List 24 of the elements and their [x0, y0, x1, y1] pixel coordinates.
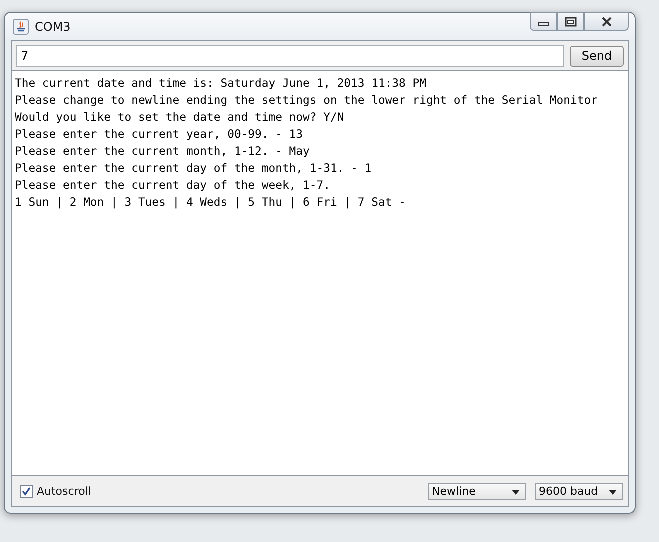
caret-icon	[609, 490, 617, 495]
output-line: The current date and time is: Saturday June 1, 2013 11:38 PM	[15, 75, 426, 92]
caret-icon	[512, 490, 520, 495]
line-ending-dropdown[interactable]: Newline	[428, 482, 526, 500]
minimize-button[interactable]	[530, 12, 557, 31]
autoscroll-checkbox[interactable]	[20, 484, 33, 498]
output-line: Please enter the current day of the month, 1-31. - 1	[15, 160, 372, 177]
output-line: Please enter the current month, 1-12. - May	[15, 143, 310, 160]
maximize-button[interactable]	[557, 12, 584, 31]
output-line: Please enter the current year, 00-99. - 13	[15, 126, 304, 143]
output-line: Please change to newline ending the settings on the lower right of the Serial Monitor	[15, 92, 598, 109]
close-button[interactable]	[584, 12, 629, 31]
window-title: COM3	[35, 20, 71, 34]
maximize-icon	[564, 16, 576, 26]
output-line: Please enter the current day of the week, 1-7.	[15, 177, 330, 194]
input-field[interactable]: 7	[16, 45, 564, 67]
java-cup-icon	[13, 18, 29, 34]
send-button[interactable]: Send	[570, 46, 624, 66]
checkmark-icon	[22, 486, 31, 496]
output-line: 1 Sun | 2 Mon | 3 Tues | 4 Weds | 5 Thu | 6 Fri | 7 Sat -	[15, 194, 406, 211]
autoscroll-label: Autoscroll	[37, 484, 92, 498]
output-line: Would you like to set the date and time now? Y/N	[15, 109, 344, 126]
close-icon	[600, 16, 612, 26]
baud-rate-dropdown[interactable]: 9600 baud	[535, 482, 623, 500]
